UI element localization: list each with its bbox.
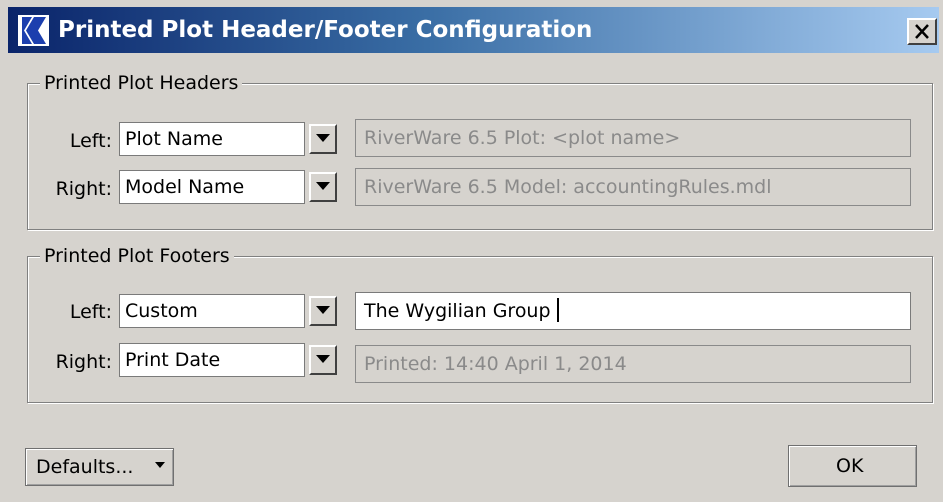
footer-left-select-field[interactable]: Custom xyxy=(119,294,305,328)
header-footer-config-dialog: Printed Plot Header/Footer Configuration… xyxy=(0,0,943,502)
riverware-logo-icon xyxy=(18,15,49,46)
footer-left-text-input[interactable]: The Wygilian Group xyxy=(355,292,911,330)
chevron-down-icon xyxy=(316,306,330,314)
header-right-select[interactable]: Model Name xyxy=(119,170,337,204)
window-title: Printed Plot Header/Footer Configuration xyxy=(58,17,593,43)
header-left-dropdown-button[interactable] xyxy=(309,124,337,154)
footer-left-text: The Wygilian Group xyxy=(364,300,551,322)
header-right-select-field[interactable]: Model Name xyxy=(119,170,305,204)
footer-left-selected-value: Custom xyxy=(125,300,198,322)
header-left-selected-value: Plot Name xyxy=(125,128,223,150)
header-right-label: Right: xyxy=(55,178,112,200)
close-button[interactable] xyxy=(907,18,937,45)
chevron-down-icon xyxy=(316,134,330,142)
footer-right-text-field: Printed: 14:40 April 1, 2014 xyxy=(355,345,911,383)
footer-left-dropdown-button[interactable] xyxy=(309,296,337,326)
chevron-down-icon xyxy=(316,182,330,190)
ok-button-label: OK xyxy=(836,455,864,477)
footer-right-label: Right: xyxy=(55,351,112,373)
ok-button[interactable]: OK xyxy=(788,445,917,487)
footer-left-text-value: The Wygilian Group xyxy=(364,297,559,324)
footer-left-select[interactable]: Custom xyxy=(119,294,337,328)
dropdown-arrow-icon xyxy=(155,462,165,468)
header-right-dropdown-button[interactable] xyxy=(309,172,337,202)
header-left-text-field: RiverWare 6.5 Plot: <plot name> xyxy=(355,119,911,157)
header-right-selected-value: Model Name xyxy=(125,176,245,198)
footers-group-title: Printed Plot Footers xyxy=(40,243,234,269)
header-right-text-field: RiverWare 6.5 Model: accountingRules.mdl xyxy=(355,168,911,206)
header-right-text-value: RiverWare 6.5 Model: accountingRules.mdl xyxy=(364,176,772,198)
header-left-label: Left: xyxy=(69,130,112,152)
text-caret xyxy=(556,297,559,322)
header-left-text-value: RiverWare 6.5 Plot: <plot name> xyxy=(364,127,681,149)
footer-right-selected-value: Print Date xyxy=(125,349,221,371)
footer-right-select-field[interactable]: Print Date xyxy=(119,343,305,377)
footer-right-dropdown-button[interactable] xyxy=(309,345,337,375)
title-bar[interactable]: Printed Plot Header/Footer Configuration xyxy=(8,7,939,53)
header-left-select[interactable]: Plot Name xyxy=(119,122,337,156)
footer-right-text-value: Printed: 14:40 April 1, 2014 xyxy=(364,353,627,375)
close-icon xyxy=(915,24,929,39)
defaults-button-label: Defaults... xyxy=(36,456,134,478)
defaults-menu-button[interactable]: Defaults... xyxy=(25,448,174,486)
header-left-select-field[interactable]: Plot Name xyxy=(119,122,305,156)
footer-right-select[interactable]: Print Date xyxy=(119,343,337,377)
headers-group-title: Printed Plot Headers xyxy=(40,70,243,96)
footer-left-label: Left: xyxy=(69,301,112,323)
chevron-down-icon xyxy=(316,355,330,363)
